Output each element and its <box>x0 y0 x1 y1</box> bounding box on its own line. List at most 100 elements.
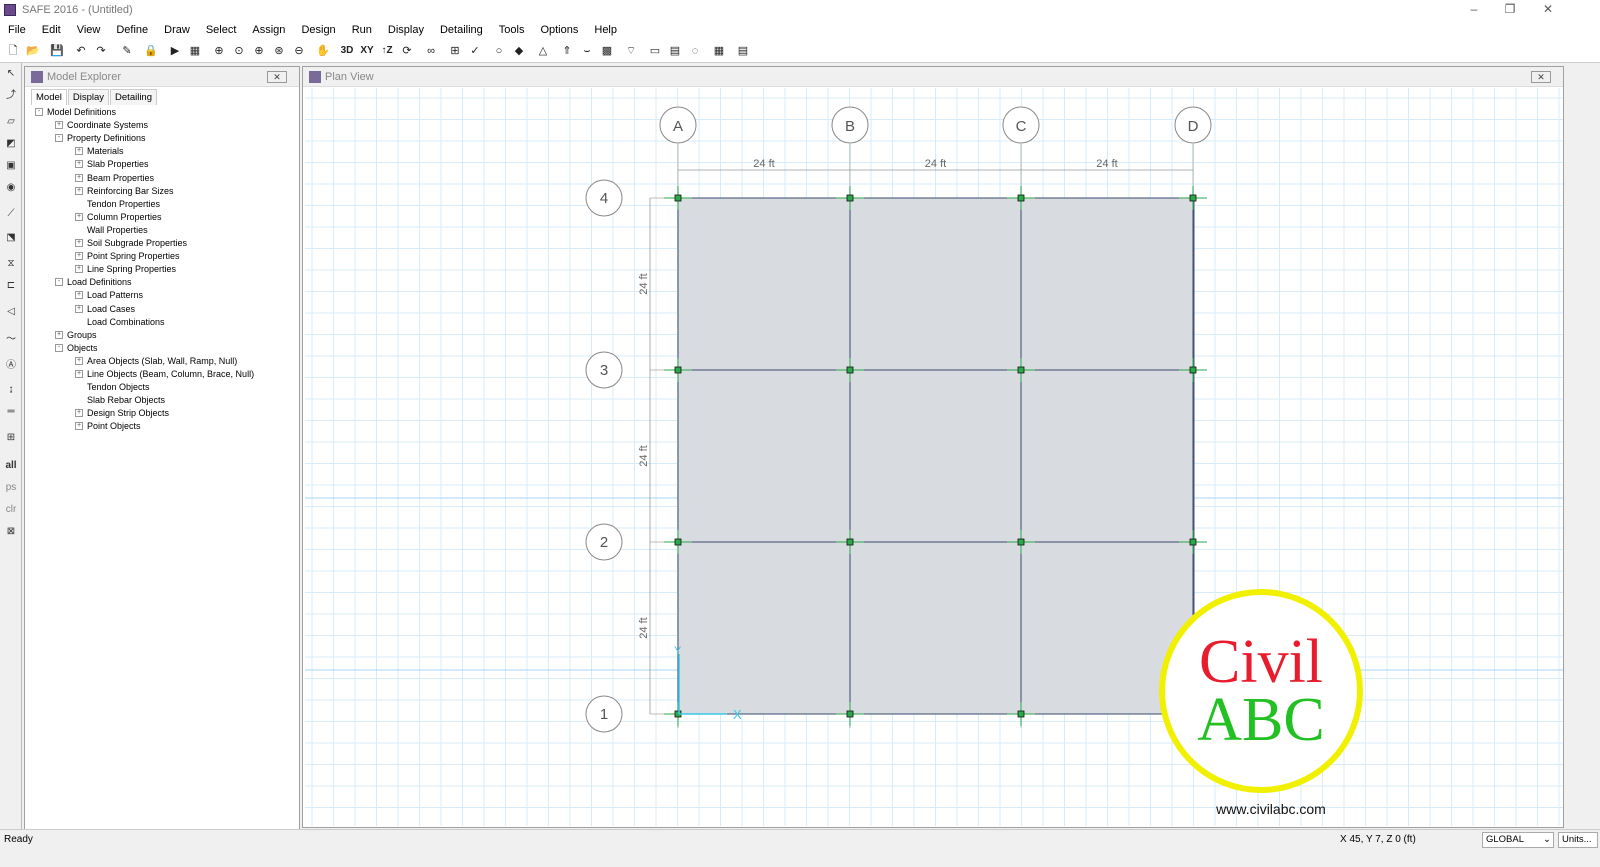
tab-display[interactable]: Display <box>67 89 110 105</box>
menu-run[interactable]: Run <box>344 24 380 36</box>
expand-icon[interactable]: + <box>75 356 83 365</box>
draw-wall-icon[interactable]: ⊏ <box>2 277 20 295</box>
menu-design[interactable]: Design <box>293 24 343 36</box>
strip-draw-icon[interactable]: ═ <box>2 403 20 421</box>
draw-line-icon[interactable]: ⟋ <box>2 205 20 223</box>
zoom-previous-icon[interactable]: ⊙ <box>230 42 248 60</box>
wall-icon[interactable]: ▩ <box>598 42 616 60</box>
draw-slab-icon[interactable]: ▱ <box>2 113 20 131</box>
table-icon[interactable]: ▤ <box>734 42 752 60</box>
triangle-icon[interactable]: △ <box>534 42 552 60</box>
expand-icon[interactable]: + <box>75 265 83 274</box>
menu-help[interactable]: Help <box>586 24 625 36</box>
menu-select[interactable]: Select <box>198 24 245 36</box>
pencil-icon[interactable]: ✎ <box>118 42 136 60</box>
expand-icon[interactable]: + <box>75 239 83 247</box>
zoom-fit-icon[interactable]: ⊛ <box>270 42 288 60</box>
expand-icon[interactable]: + <box>75 370 83 378</box>
layer-icon[interactable]: ▤ <box>666 42 684 60</box>
expand-icon[interactable]: + <box>75 173 83 182</box>
draw-point-icon[interactable]: ◉ <box>2 179 20 197</box>
expand-icon[interactable]: + <box>75 160 83 169</box>
joint-node[interactable] <box>846 366 854 374</box>
tab-detailing[interactable]: Detailing <box>110 89 157 105</box>
expand-icon[interactable]: + <box>75 252 83 261</box>
stop-icon[interactable]: ▦ <box>186 42 204 60</box>
tree-node[interactable]: - Load Definitions <box>55 277 132 287</box>
eraser-icon[interactable]: ◆ <box>510 42 528 60</box>
menu-edit[interactable]: Edit <box>34 24 69 36</box>
joint-node[interactable] <box>674 194 682 202</box>
menu-define[interactable]: Define <box>108 24 156 36</box>
snap-icon[interactable]: ◌ <box>686 42 704 60</box>
collapse-icon[interactable]: - <box>55 278 63 287</box>
strip-icon[interactable]: ▭ <box>646 42 664 60</box>
plan-canvas[interactable]: 24 ft24 ft24 ft24 ft24 ft24 ft A B C D4321 … <box>305 88 1563 826</box>
joint-node[interactable] <box>846 538 854 546</box>
tree-node[interactable]: Tendon Properties <box>75 199 160 209</box>
tree-node[interactable]: Load Combinations <box>75 317 165 327</box>
tree-node[interactable]: + Slab Properties <box>75 159 149 169</box>
draw-rect-slab-icon[interactable]: ◩ <box>2 135 20 153</box>
joint-node[interactable] <box>1017 710 1025 718</box>
expand-icon[interactable]: + <box>75 212 83 221</box>
menu-options[interactable]: Options <box>532 24 586 36</box>
select-icon[interactable]: ⊞ <box>446 42 464 60</box>
view-z-button[interactable]: ↑Z <box>378 42 396 60</box>
menu-file[interactable]: File <box>0 24 34 36</box>
previous-select-button[interactable]: ps <box>2 479 20 497</box>
tree-node[interactable]: + Materials <box>75 146 124 156</box>
tree-node[interactable]: Tendon Objects <box>75 382 150 392</box>
collapse-icon[interactable]: - <box>55 134 63 143</box>
tree-node[interactable]: + Point Spring Properties <box>75 251 180 261</box>
tree-node[interactable]: + Soil Subgrade Properties <box>75 238 187 248</box>
support-icon[interactable]: ⇑ <box>558 42 576 60</box>
grid-draw-icon[interactable]: ⊞ <box>2 429 20 447</box>
joint-node[interactable] <box>1189 538 1197 546</box>
menu-tools[interactable]: Tools <box>491 24 533 36</box>
joint-node[interactable] <box>1017 366 1025 374</box>
tree-node[interactable]: + Point Objects <box>75 421 141 431</box>
mesh-icon[interactable]: ⌔ <box>622 42 640 60</box>
joint-node[interactable] <box>674 366 682 374</box>
tree-node[interactable]: + Coordinate Systems <box>55 120 148 130</box>
collapse-icon[interactable]: - <box>55 343 63 352</box>
save-icon[interactable]: 💾 <box>48 42 66 60</box>
expand-icon[interactable]: + <box>75 291 83 300</box>
new-file-icon[interactable]: 🗋 <box>4 42 22 60</box>
elevation-icon[interactable]: ↨ <box>2 381 20 399</box>
coordinate-system-select[interactable]: GLOBAL ⌄ <box>1482 832 1554 848</box>
draw-column-icon[interactable]: ⧖ <box>2 255 20 273</box>
expand-icon[interactable]: + <box>75 147 83 156</box>
redo-icon[interactable]: ↷ <box>92 42 110 60</box>
draw-beam-icon[interactable]: ⬔ <box>2 229 20 247</box>
tab-model[interactable]: Model <box>31 89 67 105</box>
menu-draw[interactable]: Draw <box>156 24 198 36</box>
explorer-close-button[interactable]: ✕ <box>267 71 287 83</box>
menu-assign[interactable]: Assign <box>244 24 293 36</box>
pan-icon[interactable]: ✋ <box>314 42 332 60</box>
intersect-select-icon[interactable]: ⊠ <box>2 523 20 541</box>
menu-display[interactable]: Display <box>380 24 432 36</box>
circle-icon[interactable]: ○ <box>490 42 508 60</box>
units-button[interactable]: Units... <box>1558 832 1598 848</box>
joint-node[interactable] <box>674 538 682 546</box>
draw-area-icon[interactable]: ▣ <box>2 157 20 175</box>
tree-node[interactable]: - Objects <box>55 343 98 353</box>
zoom-window-icon[interactable]: ⊕ <box>210 42 228 60</box>
lock-icon[interactable]: 🔒 <box>142 42 160 60</box>
joint-node[interactable] <box>1017 194 1025 202</box>
reshape-tool-icon[interactable]: ⤴ <box>2 87 20 105</box>
close-button[interactable]: ✕ <box>1530 0 1566 20</box>
undo-icon[interactable]: ↶ <box>72 42 90 60</box>
joint-node[interactable] <box>1189 366 1197 374</box>
joint-node[interactable] <box>846 710 854 718</box>
expand-icon[interactable]: + <box>55 121 63 130</box>
zoom-out-icon[interactable]: ⊖ <box>290 42 308 60</box>
zoom-in-icon[interactable]: ⊕ <box>250 42 268 60</box>
select-all-button[interactable]: all <box>2 457 20 475</box>
spring-icon[interactable]: ⌣ <box>578 42 596 60</box>
joint-node[interactable] <box>846 194 854 202</box>
collapse-icon[interactable]: - <box>35 108 43 116</box>
tree-node[interactable]: + Groups <box>55 330 97 340</box>
